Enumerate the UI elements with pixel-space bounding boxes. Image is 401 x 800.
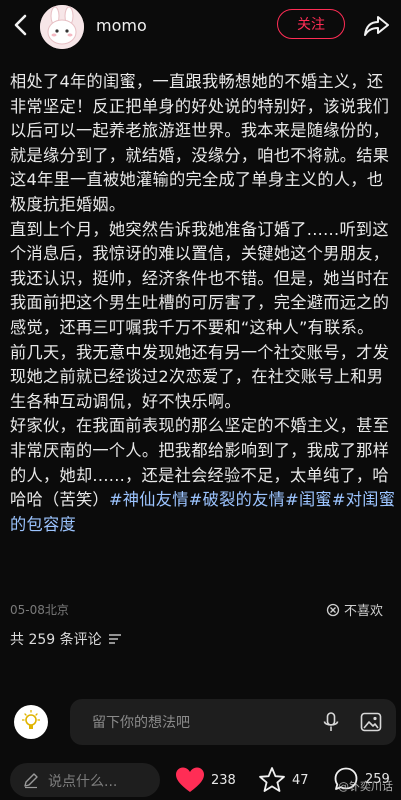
hashtag[interactable]: #破裂的友情 xyxy=(189,490,285,509)
post-date-location: 05-08北京 xyxy=(10,603,69,617)
microphone-icon[interactable] xyxy=(320,711,342,733)
dislike-label: 不喜欢 xyxy=(344,604,384,619)
comment-bar xyxy=(10,699,396,747)
back-arrow-icon[interactable] xyxy=(6,10,36,40)
comments-count: 共 259 条评论 xyxy=(10,632,102,648)
lightbulb-icon xyxy=(22,710,40,729)
say-something-input[interactable]: 说点什么... xyxy=(10,763,160,797)
follow-button[interactable]: 关注 xyxy=(277,9,345,39)
pen-icon xyxy=(24,773,38,789)
share-icon[interactable] xyxy=(362,10,392,40)
top-bar: momo 关注 xyxy=(0,0,401,56)
say-something-placeholder: 说点什么... xyxy=(48,774,118,790)
user-avatar[interactable] xyxy=(14,705,48,739)
comment-input-box[interactable] xyxy=(70,699,396,747)
comments-header: 共 259 条评论 xyxy=(10,629,122,649)
post-paragraph: 直到上个月，她突然告诉我她准备订婚了......听到这个消息后，我惊讶的难以置信… xyxy=(10,219,390,337)
bottom-bar: 说点什么... 238 47 259 @钋奕川话 xyxy=(0,760,401,800)
username[interactable]: momo xyxy=(96,16,147,35)
post-paragraph: 相处了4年的闺蜜，一直跟我畅想她的不婚主义，还非常坚定！反正把单身的好处说的特别… xyxy=(10,72,390,214)
avatar-bunny-icon xyxy=(40,5,84,49)
dislike-icon xyxy=(326,603,340,616)
collect-count: 47 xyxy=(292,772,309,788)
hashtag[interactable]: #神仙友情 xyxy=(109,490,189,509)
avatar[interactable] xyxy=(40,5,84,49)
image-icon[interactable] xyxy=(359,710,383,734)
star-icon xyxy=(259,767,285,792)
dislike-button[interactable]: 不喜欢 xyxy=(326,600,383,619)
watermark: @钋奕川话 xyxy=(338,780,393,793)
heart-icon xyxy=(176,767,204,792)
like-button[interactable]: 238 xyxy=(175,766,236,794)
like-count: 238 xyxy=(211,772,236,788)
hashtag[interactable]: #闺蜜 xyxy=(285,490,332,509)
post-paragraph: 前几天，我无意中发现她还有另一个社交账号，才发现她之前就已经谈过2次恋爱了，在社… xyxy=(10,342,390,411)
sort-icon[interactable] xyxy=(108,633,122,645)
post-paragraph-last: 好家伙，在我面前表现的那么坚定的不婚主义，甚至非常厌南的一个人。把我都给影响到了… xyxy=(10,414,396,537)
comment-input[interactable] xyxy=(90,699,314,747)
post-body: 相处了4年的闺蜜，一直跟我畅想她的不婚主义，还非常坚定！反正把单身的好处说的特别… xyxy=(10,70,396,537)
collect-button[interactable]: 47 xyxy=(258,766,309,794)
